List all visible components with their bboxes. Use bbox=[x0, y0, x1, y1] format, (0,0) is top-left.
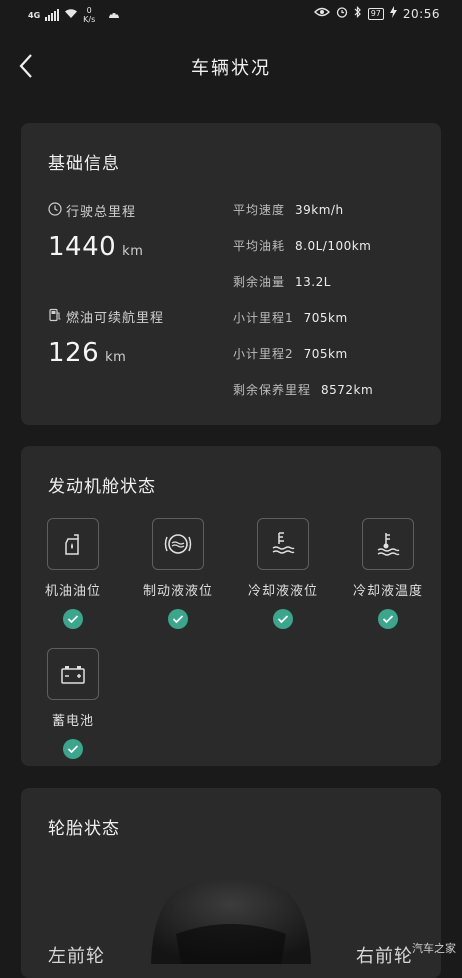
check-icon bbox=[378, 609, 398, 629]
oil-can-icon bbox=[65, 534, 79, 555]
engine-item-oil[interactable]: 机油油位 bbox=[33, 518, 113, 629]
net-speed: 0 K/s bbox=[83, 6, 96, 24]
watermark: 汽车之家 bbox=[412, 942, 456, 955]
bluetooth-icon bbox=[354, 6, 362, 21]
clock-icon bbox=[48, 201, 62, 220]
basic-info-title: 基础信息 bbox=[48, 154, 120, 174]
check-icon bbox=[63, 739, 83, 759]
engine-item-brake-fluid[interactable]: 制动液液位 bbox=[138, 518, 218, 629]
check-icon bbox=[63, 609, 83, 629]
total-mileage-label: 行驶总里程 bbox=[48, 201, 136, 220]
page-title: 车辆状况 bbox=[191, 58, 271, 79]
check-icon bbox=[168, 609, 188, 629]
engine-item-coolant-temp[interactable]: 冷却液温度 bbox=[348, 518, 428, 629]
tire-status-title: 轮胎状态 bbox=[48, 819, 120, 839]
stat-fuel-left: 剩余油量 13.2L bbox=[233, 275, 331, 289]
wifi-icon bbox=[64, 8, 78, 22]
engine-status-card: 发动机舱状态 机油油位 制动液液位 冷却液液位 冷却液温度 蓄电池 bbox=[21, 446, 441, 766]
alarm-icon bbox=[336, 6, 348, 21]
stat-trip-1: 小计里程1 705km bbox=[233, 311, 348, 325]
check-icon bbox=[273, 609, 293, 629]
engine-item-label: 制动液液位 bbox=[142, 584, 213, 599]
eye-icon bbox=[313, 7, 330, 20]
stat-avg-fuel: 平均油耗 8.0L/100km bbox=[233, 239, 372, 253]
stat-service-left: 剩余保养里程 8572km bbox=[233, 383, 374, 397]
status-bar: 4G 0 K/s 97 20:56 bbox=[0, 0, 462, 32]
engine-item-label: 蓄电池 bbox=[51, 714, 94, 729]
engine-item-label: 机油油位 bbox=[44, 584, 101, 599]
clock: 20:56 bbox=[402, 6, 440, 21]
brake-fluid-icon bbox=[164, 534, 192, 554]
car-top-view-icon bbox=[151, 879, 311, 964]
range-label: 燃油可续航里程 bbox=[48, 307, 164, 326]
basic-info-card: 基础信息 行驶总里程 1440 km 燃油可续航里程 126 km 平均速度 39km… bbox=[21, 123, 441, 425]
engine-status-title: 发动机舱状态 bbox=[48, 477, 156, 497]
total-mileage-value: 1440 km bbox=[48, 232, 144, 262]
front-left-tire-label: 左前轮 bbox=[48, 946, 105, 967]
android-icon bbox=[108, 9, 120, 22]
front-right-tire-label: 右前轮 bbox=[356, 946, 413, 967]
stat-avg-speed: 平均速度 39km/h bbox=[233, 203, 344, 217]
engine-item-label: 冷却液温度 bbox=[352, 584, 423, 599]
charging-icon bbox=[389, 6, 397, 21]
top-nav: 车辆状况 bbox=[0, 32, 462, 104]
battery-indicator: 97 bbox=[367, 7, 384, 20]
stat-trip-2: 小计里程2 705km bbox=[233, 347, 348, 361]
signal-icon bbox=[45, 9, 60, 21]
range-value: 126 km bbox=[48, 338, 127, 368]
engine-item-coolant-level[interactable]: 冷却液液位 bbox=[243, 518, 323, 629]
coolant-temp-icon bbox=[377, 533, 400, 556]
tire-status-card: 轮胎状态 左前轮 右前轮 bbox=[21, 788, 441, 978]
battery-icon bbox=[61, 666, 85, 684]
engine-item-label: 冷却液液位 bbox=[247, 584, 318, 599]
coolant-level-icon bbox=[272, 532, 295, 554]
fuel-pump-icon bbox=[48, 308, 62, 326]
network-type: 4G bbox=[28, 10, 41, 20]
engine-item-battery[interactable]: 蓄电池 bbox=[33, 648, 113, 759]
